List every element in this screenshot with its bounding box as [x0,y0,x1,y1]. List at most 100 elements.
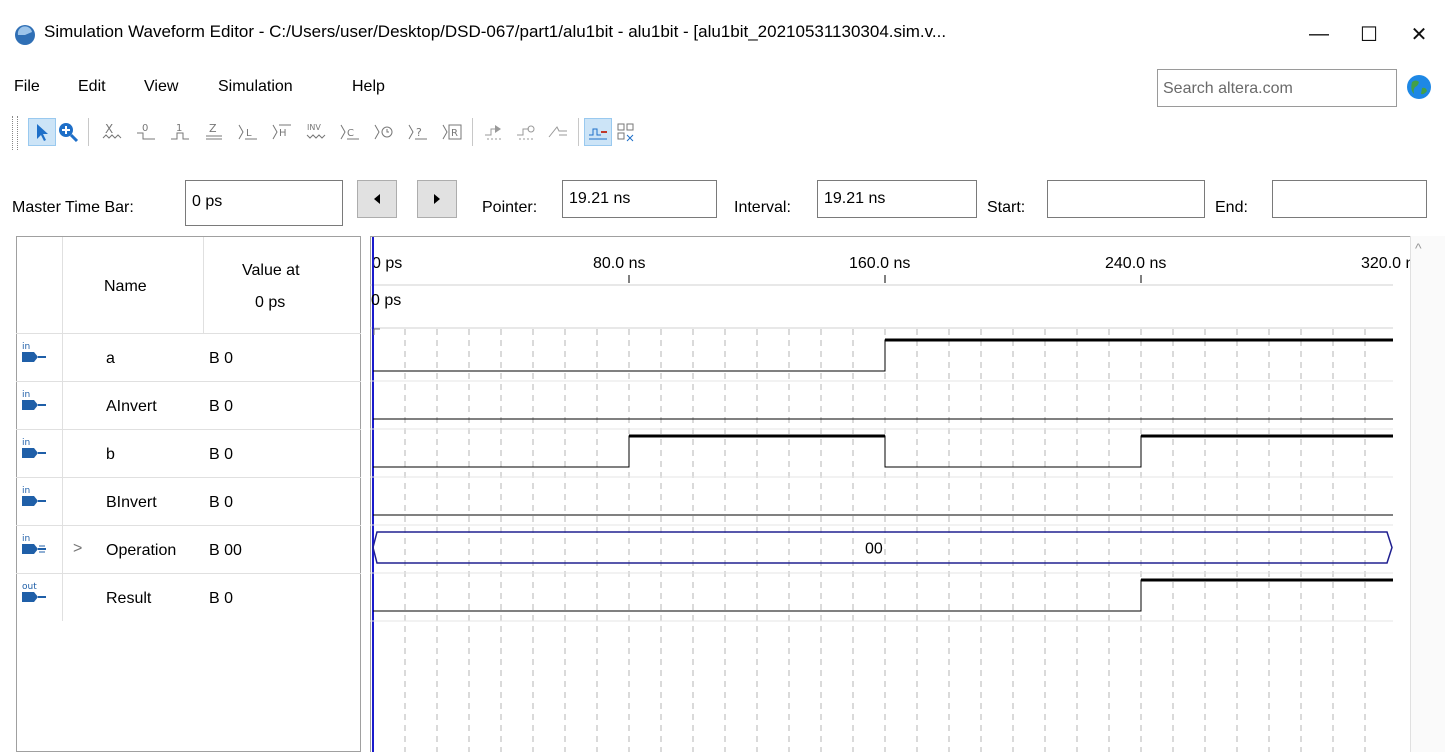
menu-file[interactable]: File [14,78,40,96]
select-pointer-icon[interactable] [28,118,56,146]
pointer-label: Pointer: [482,199,538,216]
svg-text:in: in [22,390,30,400]
value-column-header-time: 0 ps [255,294,286,311]
waveform-canvas[interactable]: 0 ps 80.0 ns 160.0 ns 240.0 ns 320.0 ns 00 [370,237,1410,752]
scroll-up-arrow-icon[interactable]: ^ [1415,240,1422,256]
weak-low-icon[interactable]: L [236,118,260,146]
svg-text:in: in [22,486,30,496]
interval-label: Interval: [734,199,791,216]
menu-edit[interactable]: Edit [78,78,106,96]
interval-field: 19.21 ns [817,180,977,218]
arbitrary-value-icon[interactable]: R [440,118,464,146]
high-impedance-icon[interactable]: Z [202,118,226,146]
menu-view[interactable]: View [144,78,178,96]
weak-high-icon[interactable]: H [270,118,294,146]
menu-simulation[interactable]: Simulation [218,78,293,96]
quartus-app-icon [15,25,35,45]
input-pin-icon: in [22,390,46,410]
svg-text:out: out [22,582,37,592]
signal-row[interactable]: in BInvert B 0 [16,477,361,525]
input-pin-icon: in [22,438,46,458]
input-pin-icon: in [22,486,46,506]
svg-text:?: ? [416,126,422,139]
svg-text:1: 1 [176,123,182,134]
output-pin-icon: out [22,582,46,602]
title-bar: Simulation Waveform Editor - C:/Users/us… [0,0,1445,68]
zoom-icon[interactable] [56,118,80,146]
signal-name: AInvert [106,398,157,415]
svg-text:in: in [22,342,30,352]
invert-icon[interactable]: INV [304,118,328,146]
start-label: Start: [987,199,1026,216]
cursor-flag [373,328,380,335]
svg-text:Z: Z [209,122,217,135]
forcing-low-icon[interactable]: 0 [134,118,158,146]
clock-icon[interactable] [372,118,396,146]
svg-text:in: in [22,534,30,544]
end-label: End: [1215,199,1248,216]
group-icon[interactable] [514,118,538,146]
signal-value: B 0 [209,590,234,607]
random-values-icon[interactable]: ? [406,118,430,146]
close-button[interactable]: ✕ [1396,14,1442,54]
pointer-field: 19.21 ns [562,180,717,218]
grid-toggle-icon[interactable] [614,118,638,146]
signal-row[interactable]: in a B 0 [16,333,361,381]
maximize-button[interactable]: ☐ [1346,14,1392,54]
column-divider [203,237,204,333]
signal-row[interactable]: in > Operation B 00 [16,525,361,573]
master-time-bar-field[interactable]: 0 ps [185,180,343,226]
signal-name: a [106,350,115,367]
master-time-bar-label: Master Time Bar: [12,199,134,216]
signal-row[interactable]: in AInvert B 0 [16,381,361,429]
time-axis-label: 240.0 ns [1105,255,1166,272]
signal-value: B 00 [209,542,242,559]
toolbar-grip[interactable] [12,116,18,150]
left-arrow-icon [374,194,380,204]
signal-name: Result [106,590,152,607]
uninitialized-icon[interactable]: X [100,118,124,146]
svg-text:0: 0 [142,123,148,134]
overwrite-clock-icon[interactable] [584,118,612,146]
toolbar-separator [578,118,579,146]
input-pin-icon: in [22,342,46,362]
time-axis-label: 80.0 ns [593,255,645,272]
time-axis-label: 320.0 ns [1361,255,1410,272]
expand-chevron-icon[interactable]: > [73,540,82,558]
globe-icon[interactable] [1406,74,1432,100]
start-field[interactable] [1047,180,1205,218]
svg-text:INV: INV [307,123,321,132]
svg-text:R: R [451,128,458,139]
signal-waveform [373,579,1393,612]
vertical-scrollbar[interactable] [1410,236,1445,752]
signal-name: b [106,446,115,463]
signal-row[interactable]: in b B 0 [16,429,361,477]
signal-name: Operation [106,542,177,559]
search-input[interactable]: Search altera.com [1157,69,1397,107]
toolbar-separator [88,118,89,146]
prev-transition-button[interactable] [357,180,397,218]
menu-help[interactable]: Help [352,78,385,96]
master-time-bar-marker-label: 0 ps [371,292,402,309]
ungroup-icon[interactable] [546,118,570,146]
snap-to-grid-icon[interactable] [482,118,506,146]
name-column-header[interactable]: Name [104,278,147,296]
next-transition-button[interactable] [417,180,457,218]
count-value-icon[interactable]: C [338,118,362,146]
signal-value: B 0 [209,446,234,463]
value-column-header[interactable]: Value at [242,262,300,280]
minimize-button[interactable]: — [1296,14,1342,54]
svg-text:L: L [246,128,252,139]
bus-value-label: 00 [865,541,883,558]
svg-text:C: C [347,128,354,139]
signal-value: B 0 [209,494,234,511]
signal-name: BInvert [106,494,157,511]
signal-waveform [373,339,1393,372]
end-field[interactable] [1272,180,1427,218]
svg-text:H: H [279,128,287,139]
signal-row[interactable]: out Result B 0 [16,573,361,621]
svg-text:X: X [105,122,113,136]
forcing-high-icon[interactable]: 1 [168,118,192,146]
window-title: Simulation Waveform Editor - C:/Users/us… [44,22,947,41]
toolbar-separator [472,118,473,146]
